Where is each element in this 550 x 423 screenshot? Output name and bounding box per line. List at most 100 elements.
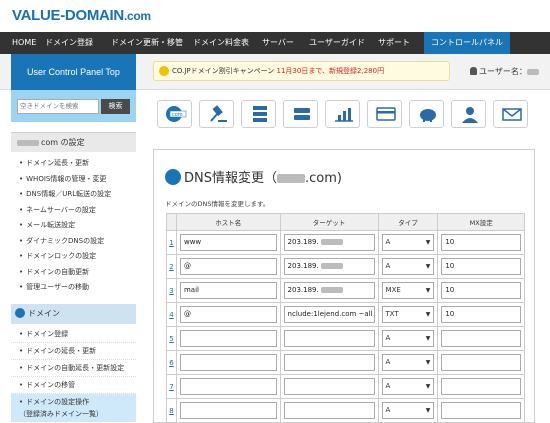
menu-item-whois[interactable]: WHOIS情報の管理・変更 — [11, 172, 136, 188]
server-stack-icon[interactable] — [283, 100, 318, 128]
mx-cell — [437, 398, 525, 423]
nav-server[interactable]: サーバー — [262, 32, 294, 54]
table-row: 5 A ▼ — [166, 326, 525, 351]
host-cell: mail — [175, 278, 281, 303]
table-row: 6 A ▼ — [166, 350, 525, 375]
type-select[interactable]: A ▼ — [381, 378, 435, 395]
mail-icon[interactable] — [493, 100, 528, 128]
menu-item-dynamic-dns[interactable]: ダイナミックDNSの設定 — [11, 234, 136, 250]
dropdown-arrow-icon: ▼ — [425, 311, 431, 318]
domain-search-input[interactable]: 空きドメインを検索 — [17, 99, 99, 114]
mx-input[interactable] — [441, 402, 521, 419]
domain-com-icon[interactable]: com — [157, 100, 192, 128]
host-cell — [175, 398, 281, 423]
mx-input[interactable]: 10 — [441, 282, 521, 299]
host-input[interactable] — [179, 402, 277, 419]
target-input[interactable]: nclude:1lejend.com ~all — [283, 306, 375, 323]
target-input[interactable]: 203.189. — [283, 234, 375, 251]
dropdown-arrow-icon: ▼ — [425, 263, 431, 270]
menu-item-domain-extend[interactable]: ドメインの延長・更新 — [11, 343, 136, 360]
type-select[interactable]: A ▼ — [381, 330, 435, 347]
mx-input[interactable]: 10 — [441, 258, 521, 275]
type-cell: A ▼ — [377, 374, 439, 399]
menu-item-domain-lock[interactable]: ドメインロックの設定 — [11, 249, 136, 265]
menu-item-nameserver[interactable]: ネームサーバーの設定 — [11, 203, 136, 219]
site-logo[interactable]: VALUE-DOMAIN.com — [12, 7, 151, 24]
mx-input[interactable] — [441, 330, 521, 347]
row-number[interactable]: 5 — [166, 326, 177, 351]
dropdown-arrow-icon: ▼ — [425, 383, 431, 390]
auction-gavel-icon[interactable] — [199, 100, 234, 128]
nav-domain-pricing[interactable]: ドメイン料金表 — [193, 32, 249, 54]
menu-item-domain-auto-extend[interactable]: ドメインの自動延長・更新設定 — [11, 360, 136, 377]
chart-icon[interactable] — [325, 100, 360, 128]
type-select[interactable]: A ▼ — [381, 354, 435, 371]
host-input[interactable]: @ — [179, 258, 277, 275]
user-support-icon[interactable] — [451, 100, 486, 128]
nav-home[interactable]: HOME — [6, 32, 46, 54]
mx-input[interactable]: 10 — [441, 306, 521, 323]
target-input[interactable] — [283, 378, 375, 395]
nav-domain-renew[interactable]: ドメイン更新・移管 — [111, 32, 183, 54]
row-number[interactable]: 6 — [166, 350, 177, 375]
control-panel-title[interactable]: User Control Panel Top — [11, 54, 136, 90]
mx-cell: 10 — [437, 230, 525, 255]
search-button[interactable]: 検索 — [101, 99, 130, 114]
target-input[interactable] — [283, 354, 375, 371]
type-select[interactable]: A ▼ — [381, 234, 435, 251]
col-mx: MX設定 — [437, 213, 525, 231]
server-icon[interactable] — [241, 100, 276, 128]
menu-item-dns-url[interactable]: DNS情報／URL転送の設定 — [11, 187, 136, 203]
menu-item-domain-register[interactable]: ドメイン登録 — [11, 326, 136, 343]
menu-item-auto-renew[interactable]: ドメインの自動更新 — [11, 265, 136, 281]
user-info: ユーザー名： — [470, 66, 539, 77]
row-number[interactable]: 7 — [166, 374, 177, 399]
host-input[interactable] — [179, 354, 277, 371]
target-input[interactable]: 203.189. — [283, 258, 375, 275]
col-target: ターゲット — [279, 213, 379, 231]
row-number[interactable]: 8 — [166, 398, 177, 423]
type-select[interactable]: TXT ▼ — [381, 306, 435, 323]
row-number[interactable]: 2 — [166, 254, 177, 279]
nav-domain-register[interactable]: ドメイン登録 — [45, 32, 93, 54]
piggy-bank-icon[interactable] — [409, 100, 444, 128]
menu-item-extend-renew[interactable]: ドメイン延長・更新 — [11, 156, 136, 172]
row-number[interactable]: 1 — [166, 230, 177, 255]
target-input[interactable] — [283, 330, 375, 347]
target-cell — [279, 398, 379, 423]
type-cell: A ▼ — [377, 230, 439, 255]
nav-control-panel[interactable]: コントロールパネル — [424, 32, 510, 54]
host-input[interactable]: www — [179, 234, 277, 251]
menu-item-domain-settings[interactable]: ドメインの設定操作 （登録済みドメイン一覧） — [11, 394, 136, 422]
credit-card-icon[interactable] — [367, 100, 402, 128]
col-num — [166, 213, 177, 231]
host-cell — [175, 350, 281, 375]
nav-user-guide[interactable]: ユーザーガイド — [309, 32, 365, 54]
domain-settings-header: com の設定 — [11, 132, 136, 152]
svg-text:com: com — [172, 112, 183, 118]
target-input[interactable]: 203.189. — [283, 282, 375, 299]
campaign-banner[interactable]: CO.JPドメイン割引キャンペーン 11月30日まで、新規登録2,280円 — [153, 61, 450, 81]
menu-item-mail-forward[interactable]: メール転送設定 — [11, 218, 136, 234]
type-select[interactable]: MXE ▼ — [381, 282, 435, 299]
top-bar: VALUE-DOMAIN.com — [0, 0, 550, 32]
target-input[interactable] — [283, 402, 375, 419]
dns-rows: 1 www 203.189. A ▼ 10 2 @203.189. A ▼ 10 3 mail 203.1… — [166, 230, 525, 423]
table-row: 3 mail 203.189. MXE ▼ 10 — [166, 278, 525, 303]
target-cell: nclude:1lejend.com ~all — [279, 302, 379, 327]
domain-section-header: ドメイン — [11, 304, 136, 324]
type-select[interactable]: A ▼ — [381, 402, 435, 419]
host-input[interactable] — [179, 378, 277, 395]
mx-input[interactable] — [441, 378, 521, 395]
row-number[interactable]: 3 — [166, 278, 177, 303]
menu-item-domain-transfer[interactable]: ドメインの移管 — [11, 377, 136, 394]
mx-input[interactable] — [441, 354, 521, 371]
menu-item-move-user[interactable]: 管理ユーザーの移動 — [11, 280, 136, 296]
row-number[interactable]: 4 — [166, 302, 177, 327]
mx-input[interactable]: 10 — [441, 234, 521, 251]
nav-support[interactable]: サポート — [378, 32, 410, 54]
type-select[interactable]: A ▼ — [381, 258, 435, 275]
host-input[interactable] — [179, 330, 277, 347]
host-input[interactable]: @ — [179, 306, 277, 323]
host-input[interactable]: mail — [179, 282, 277, 299]
